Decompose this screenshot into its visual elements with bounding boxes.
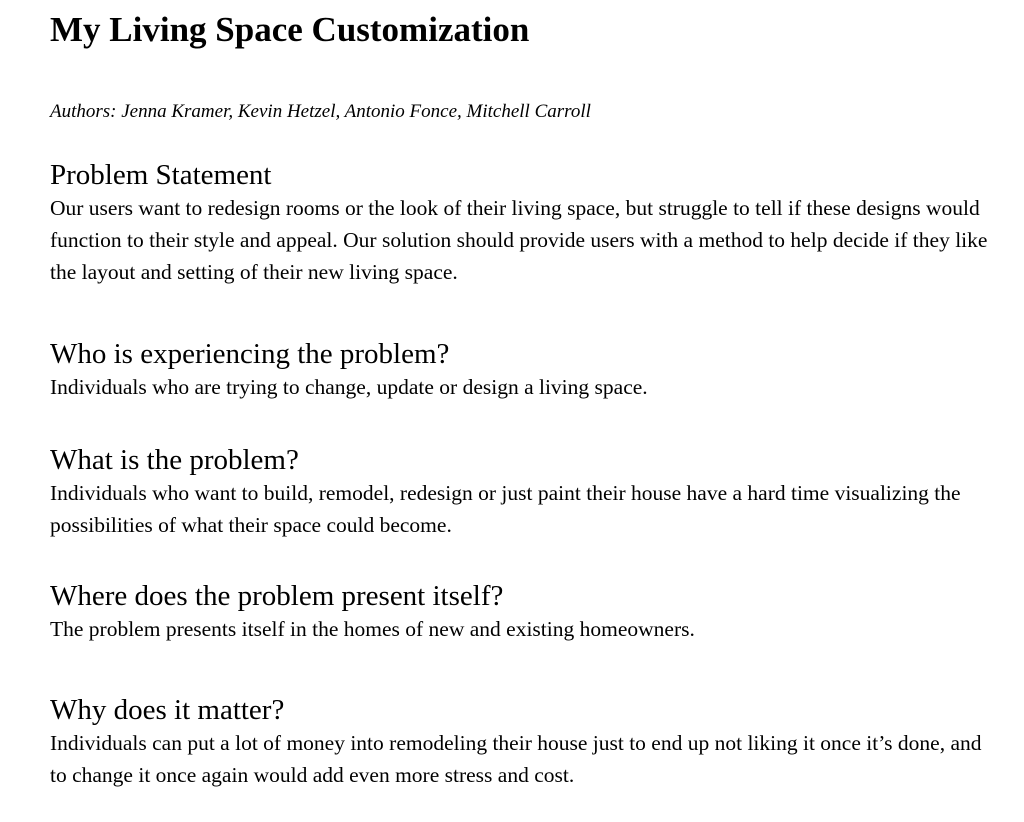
section-heading: Where does the problem present itself?	[50, 580, 504, 612]
authors-line: Authors: Jenna Kramer, Kevin Hetzel, Ant…	[50, 101, 591, 122]
section-body: The problem presents itself in the homes…	[50, 617, 695, 641]
section-problem-statement: Problem Statement Our users want to rede…	[50, 158, 990, 288]
section-heading: Why does it matter?	[50, 694, 285, 726]
section-who: Who is experiencing the problem? Individ…	[50, 337, 990, 403]
section-where: Where does the problem present itself? T…	[50, 579, 990, 645]
section-body: Individuals can put a lot of money into …	[50, 731, 982, 787]
section-heading: What is the problem?	[50, 444, 299, 476]
section-heading: Who is experiencing the problem?	[50, 338, 450, 370]
section-what: What is the problem? Individuals who wan…	[50, 443, 990, 541]
section-why: Why does it matter? Individuals can put …	[50, 693, 990, 791]
section-body: Our users want to redesign rooms or the …	[50, 196, 988, 284]
section-body: Individuals who want to build, remodel, …	[50, 481, 961, 537]
page-title: My Living Space Customization	[50, 10, 530, 49]
section-body: Individuals who are trying to change, up…	[50, 375, 648, 399]
section-heading: Problem Statement	[50, 159, 272, 191]
